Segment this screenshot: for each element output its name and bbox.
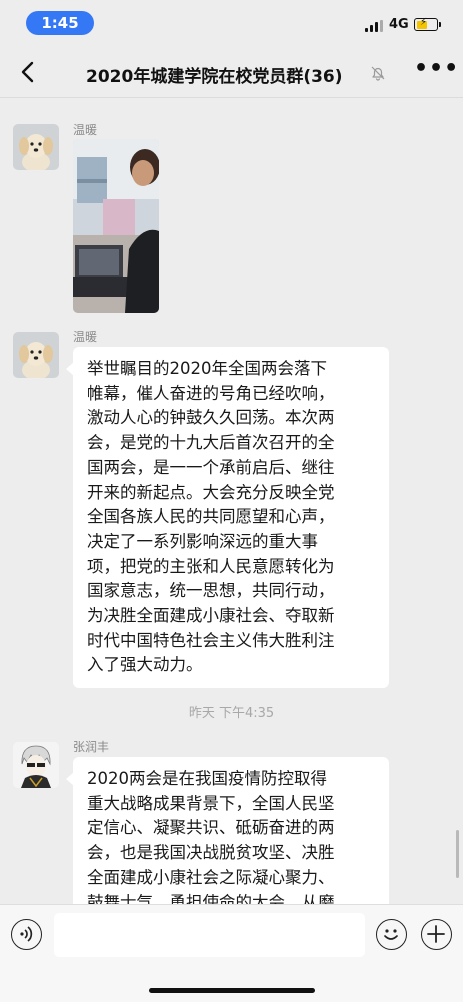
sender-name: 温暖: [73, 330, 98, 344]
message-line: 举世瞩目的2020年全国两会落下: [87, 359, 327, 378]
avatar[interactable]: [13, 742, 59, 788]
message-line: 定信心、凝聚共识、砥砺奋进的两: [87, 818, 335, 838]
status-bar: 1:45 4G ⚡: [0, 0, 463, 46]
avatar[interactable]: [13, 332, 59, 378]
image-message[interactable]: [73, 139, 159, 313]
chat-header: 2020年城建学院在校党员群(36) •••: [0, 46, 463, 98]
signal-icon: [365, 20, 383, 32]
message-line: 国两会，是一一个承前启后、继往: [87, 457, 335, 477]
message-input[interactable]: [54, 913, 365, 957]
message-line: 全国各族人民的共同愿望和心声，: [87, 507, 335, 527]
cartoon-avatar-icon: [13, 742, 59, 788]
chat-message-list[interactable]: 温暖 温暖 举世瞩目的2020年全国两会落下 帷幕，催人奋进的号角已经吹响， 激…: [0, 98, 463, 904]
plus-icon[interactable]: [421, 919, 452, 950]
message-line: 会，是党的十九大后首次召开的全: [87, 433, 335, 453]
message-line: 项，把党的主张和人民意愿转化为: [87, 556, 335, 576]
scroll-indicator[interactable]: [456, 830, 459, 878]
sender-name: 温暖: [73, 123, 98, 137]
message-line: 2020两会是在我国疫情防控取得: [87, 769, 327, 788]
text-message-bubble[interactable]: 举世瞩目的2020年全国两会落下 帷幕，催人奋进的号角已经吹响， 激动人心的钟鼓…: [66, 347, 389, 689]
status-time: 1:45: [26, 11, 94, 35]
more-dots-icon[interactable]: •••: [414, 58, 458, 87]
chevron-left-icon[interactable]: [14, 58, 42, 86]
battery-icon: ⚡: [414, 17, 441, 31]
chat-title: 2020年城建学院在校党员群(36): [86, 67, 343, 87]
message-line: 全面建成小康社会之际凝心聚力、: [87, 867, 335, 887]
timestamp-divider: 昨天 下午4:35: [188, 706, 275, 721]
message-line: 开来的新起点。大会充分反映全党: [87, 482, 335, 502]
message-line: 决定了一系列影响深远的重大事: [87, 531, 318, 551]
message-line: 入了强大动力。: [87, 655, 203, 675]
voice-icon[interactable]: [11, 919, 42, 950]
sender-name: 张润丰: [73, 740, 110, 754]
message-line: 激动人心的钟鼓久久回荡。本次两: [87, 408, 335, 428]
home-indicator[interactable]: [149, 988, 315, 993]
emoji-icon[interactable]: [376, 919, 407, 950]
bell-muted-icon: [371, 66, 385, 81]
message-line: 为决胜全面建成小康社会、夺取新: [87, 606, 335, 626]
message-line: 鼓舞士气、勇担使命的大会。从磨: [87, 892, 335, 904]
avatar[interactable]: [13, 124, 59, 170]
message-line: 国家意志，统一思想，共同行动，: [87, 581, 335, 601]
message-line: 时代中国特色社会主义伟大胜利注: [87, 630, 335, 650]
message-line: 重大战略成果背景下，全国人民坚: [87, 793, 335, 813]
photo-image: [73, 139, 159, 313]
text-message-bubble[interactable]: 2020两会是在我国疫情防控取得 重大战略成果背景下，全国人民坚 定信心、凝聚共…: [66, 757, 389, 904]
puppy-avatar-icon: [13, 332, 59, 378]
message-line: 会，也是我国决战脱贫攻坚、决胜: [87, 843, 335, 863]
message-line: 帷幕，催人奋进的号角已经吹响，: [87, 383, 335, 403]
network-label: 4G: [389, 17, 409, 32]
puppy-avatar-icon: [13, 124, 59, 170]
